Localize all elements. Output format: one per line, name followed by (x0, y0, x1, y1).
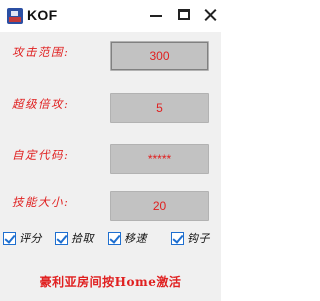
checkbox-check-icon[interactable] (55, 231, 68, 245)
checkbox-check-icon[interactable] (171, 231, 184, 245)
close-icon[interactable] (199, 4, 223, 26)
custom-code-input[interactable]: ***** (110, 144, 209, 174)
attack-range-input[interactable]: 300 (110, 41, 209, 71)
attack-range-label: 攻击范围: (12, 45, 70, 59)
minimize-icon[interactable] (144, 4, 168, 26)
checkbox-pickup[interactable]: 拾取 (55, 230, 94, 246)
checkbox-hook[interactable]: 钩子 (171, 230, 210, 246)
checkbox-check-icon[interactable] (108, 231, 121, 245)
checkbox-pickup-label: 拾取 (71, 232, 94, 245)
skill-size-label: 技能大小: (12, 195, 70, 209)
skill-size-input[interactable]: 20 (110, 191, 209, 221)
checkbox-score-label: 评分 (19, 232, 42, 245)
activation-hint: 豪利亚房间按Home激活 (39, 275, 182, 289)
checkbox-check-icon[interactable] (3, 231, 16, 245)
super-multiplier-input[interactable]: 5 (110, 93, 209, 123)
app-game-icon (7, 8, 23, 24)
checkbox-hook-label: 钩子 (187, 232, 210, 245)
maximize-icon[interactable] (172, 4, 196, 26)
checkbox-score[interactable]: 评分 (3, 230, 42, 246)
custom-code-label: 自定代码: (12, 148, 70, 162)
title-bar[interactable]: KOF (0, 0, 221, 32)
window-title: KOF (27, 7, 58, 23)
checkbox-movespeed-label: 移速 (124, 232, 147, 245)
main-panel: 攻击范围: 300 超级倍攻: 5 自定代码: ***** 技能大小: 20 评… (0, 32, 221, 301)
checkbox-movespeed[interactable]: 移速 (108, 230, 147, 246)
super-multiplier-label: 超级倍攻: (12, 97, 70, 111)
